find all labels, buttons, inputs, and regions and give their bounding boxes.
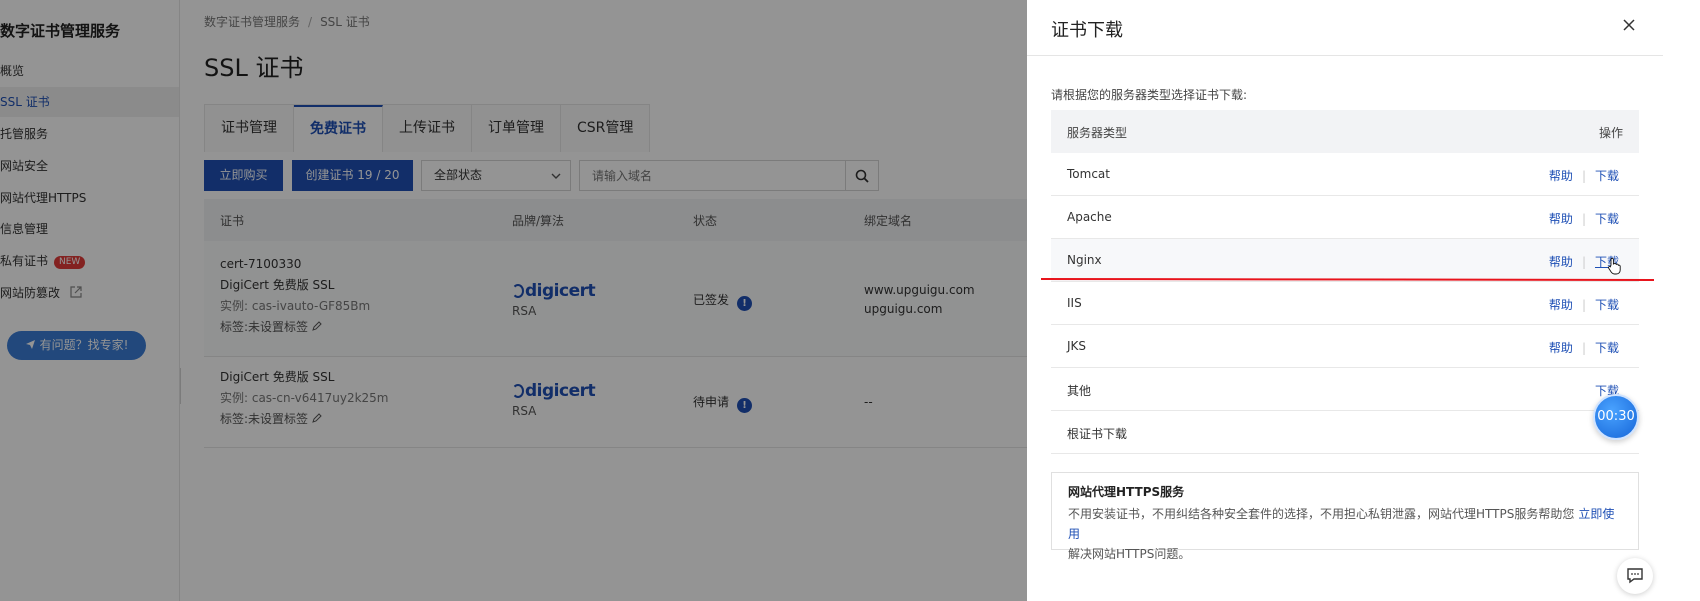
- help-link[interactable]: 帮助: [1549, 298, 1573, 312]
- close-icon[interactable]: [1622, 18, 1636, 32]
- recording-timer[interactable]: 00:30: [1593, 394, 1639, 440]
- help-link[interactable]: 帮助: [1549, 212, 1573, 226]
- promo-text-line: 不用安装证书，不用纠结各种安全套件的选择，不用担心私钥泄露，网站代理HTTPS服…: [1068, 507, 1575, 521]
- chat-button[interactable]: [1617, 558, 1653, 594]
- download-link[interactable]: 下载: [1595, 341, 1619, 355]
- server-row-iis: IIS 帮助 | 下载: [1051, 282, 1639, 325]
- row-actions: 帮助 | 下载: [1548, 298, 1619, 312]
- row-actions: 帮助 | 下载: [1548, 169, 1619, 183]
- help-link[interactable]: 帮助: [1549, 341, 1573, 355]
- server-name: Tomcat: [1067, 167, 1110, 181]
- server-row-tomcat: Tomcat 帮助 | 下载: [1051, 153, 1639, 196]
- server-name: Nginx: [1067, 253, 1102, 267]
- server-table-header: 服务器类型 操作: [1051, 110, 1639, 153]
- server-name: IIS: [1067, 296, 1082, 310]
- row-actions: 帮助 | 下载: [1548, 341, 1619, 355]
- server-row-apache: Apache 帮助 | 下载: [1051, 196, 1639, 239]
- download-link[interactable]: 下载: [1595, 298, 1619, 312]
- proxy-https-promo: 网站代理HTTPS服务 不用安装证书，不用纠结各种安全套件的选择，不用担心私钥泄…: [1051, 472, 1639, 561]
- chat-icon: [1627, 568, 1643, 584]
- help-link[interactable]: 帮助: [1549, 169, 1573, 183]
- server-name: Apache: [1067, 210, 1112, 224]
- modal-overlay[interactable]: [0, 0, 1027, 601]
- promo-text: 不用安装证书，不用纠结各种安全套件的选择，不用担心私钥泄露，网站代理HTTPS服…: [1068, 504, 1622, 564]
- server-row-jks: JKS 帮助 | 下载: [1051, 325, 1639, 368]
- cert-download-drawer: 证书下载 请根据您的服务器类型选择证书下载: 服务器类型 操作 Tomcat 帮…: [1027, 0, 1663, 601]
- column-header-server-type: 服务器类型: [1067, 126, 1128, 140]
- server-row-nginx: Nginx 帮助 | 下载: [1051, 239, 1639, 282]
- server-name[interactable]: 根证书下载: [1067, 425, 1127, 442]
- server-name: 其他: [1067, 384, 1092, 398]
- drawer-title: 证书下载: [1051, 20, 1123, 41]
- server-row-other: 其他 下载: [1051, 368, 1639, 411]
- help-link[interactable]: 帮助: [1549, 255, 1573, 269]
- row-actions: 帮助 | 下载: [1548, 212, 1619, 226]
- server-type-table: 服务器类型 操作 Tomcat 帮助 | 下载 Apache 帮助 | 下载 Nginx…: [1051, 110, 1639, 454]
- drawer-description: 请根据您的服务器类型选择证书下载:: [1051, 88, 1248, 102]
- promo-text-line: 解决网站HTTPS问题。: [1068, 547, 1191, 561]
- hand-cursor-icon: [1608, 257, 1621, 275]
- drawer-header: 证书下载: [1027, 0, 1663, 56]
- promo-title: 网站代理HTTPS服务: [1068, 485, 1185, 499]
- server-name: JKS: [1067, 339, 1087, 353]
- download-link[interactable]: 下载: [1595, 169, 1619, 183]
- column-header-action: 操作: [1598, 126, 1623, 140]
- server-row-root-cert: 根证书下载: [1051, 411, 1639, 454]
- download-link[interactable]: 下载: [1595, 212, 1619, 226]
